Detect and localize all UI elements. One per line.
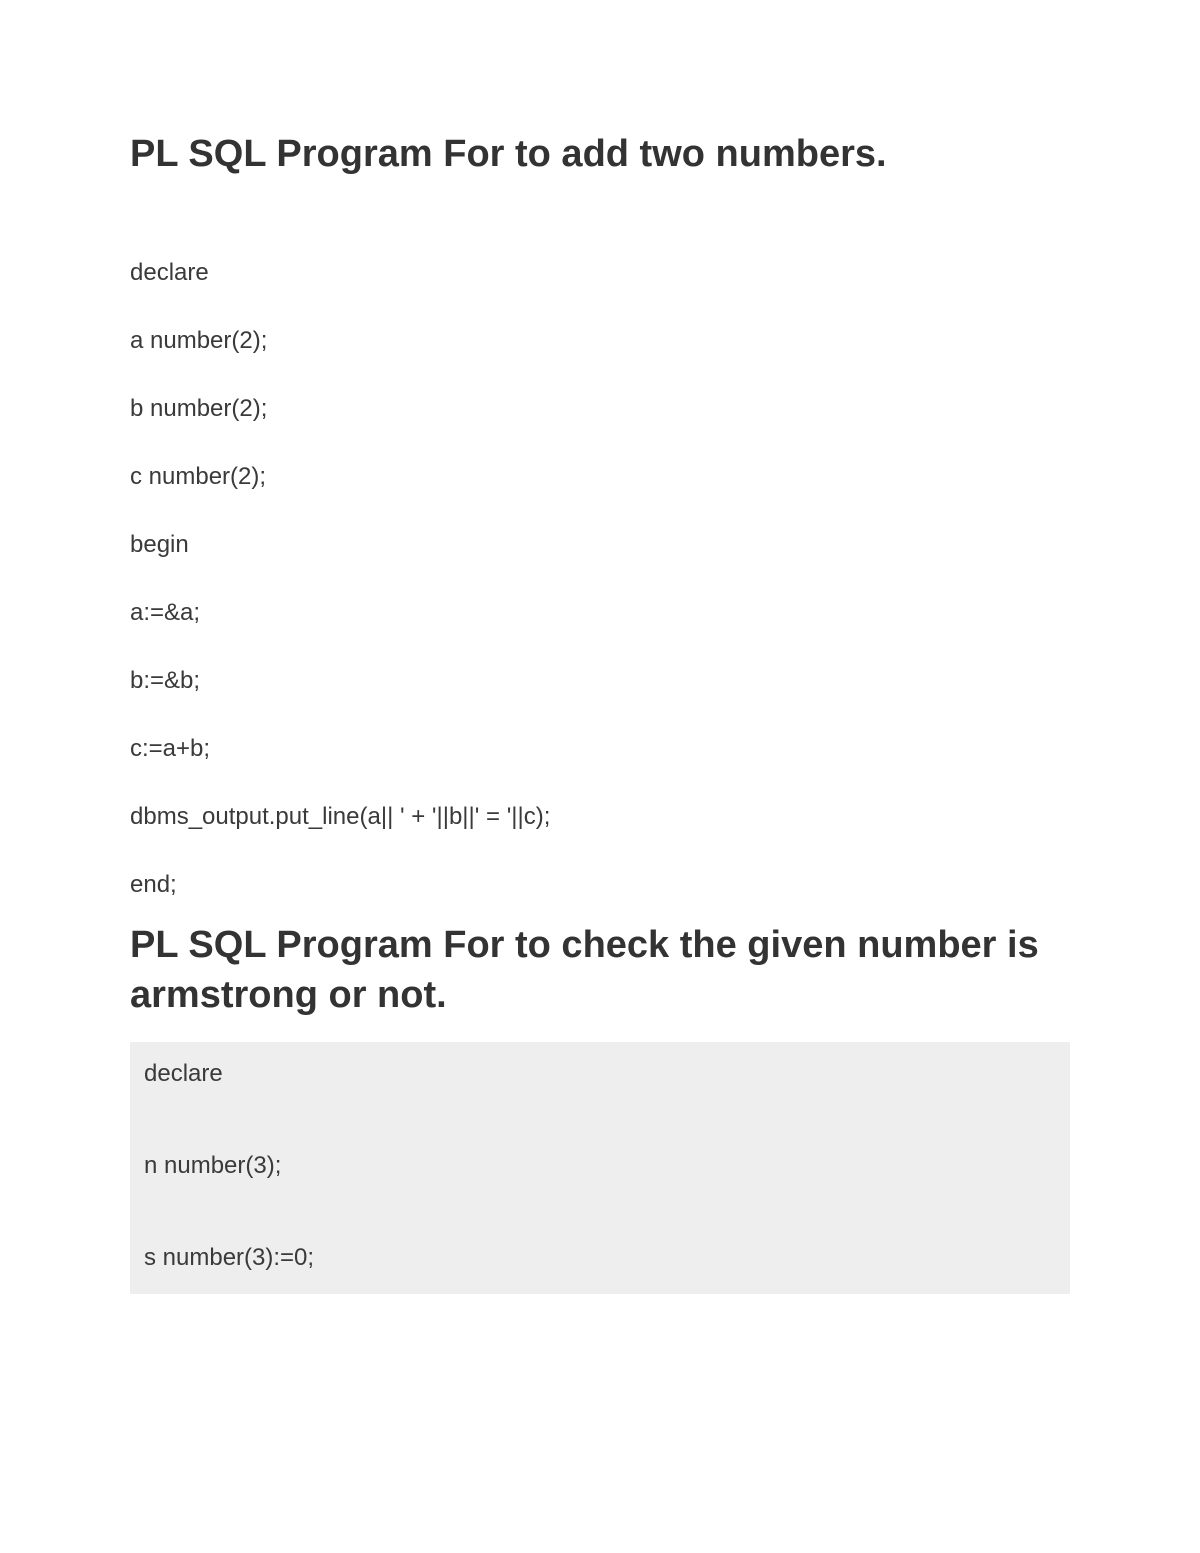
code-line: c:=a+b; [130, 735, 1070, 763]
code-line: declare [130, 259, 1070, 287]
code-line: dbms_output.put_line(a|| ' + '||b||' = '… [130, 803, 1070, 831]
code-line: c number(2); [130, 463, 1070, 491]
section-heading-1: PL SQL Program For to add two numbers. [130, 130, 1070, 179]
code-line: declare [144, 1060, 1056, 1088]
code-block-1: declare a number(2); b number(2); c numb… [130, 259, 1070, 899]
code-block-2: declare n number(3); s number(3):=0; [130, 1042, 1070, 1294]
code-line: n number(3); [144, 1152, 1056, 1180]
code-line: a number(2); [130, 327, 1070, 355]
code-line: b:=&b; [130, 667, 1070, 695]
section-heading-2: PL SQL Program For to check the given nu… [130, 921, 1070, 1020]
code-line: b number(2); [130, 395, 1070, 423]
code-line: s number(3):=0; [144, 1244, 1056, 1272]
code-line: end; [130, 871, 1070, 899]
code-line: begin [130, 531, 1070, 559]
code-line: a:=&a; [130, 599, 1070, 627]
